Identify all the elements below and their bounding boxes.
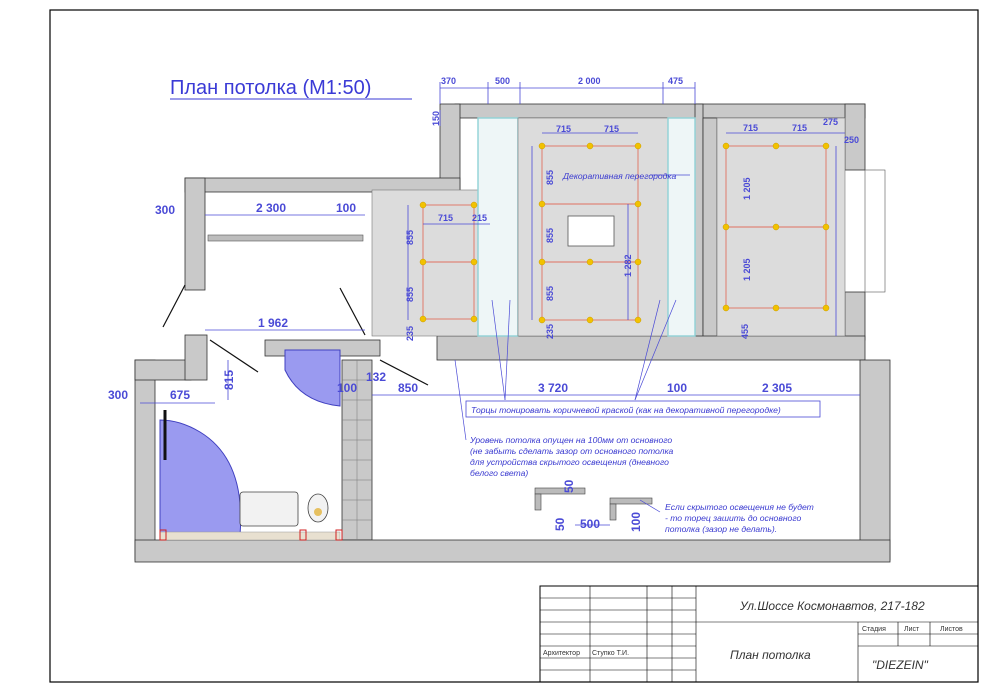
dim-left-2300: 2 300 <box>256 201 286 215</box>
dim-bottom-100: 100 <box>667 381 687 395</box>
title-block: Ул.Шоссе Космонавтов, 217-182 План потол… <box>539 585 979 683</box>
dim-left-300: 300 <box>155 203 175 217</box>
dim-r2-715: 715 <box>438 213 453 223</box>
dim-r3-855c: 855 <box>545 286 555 301</box>
sink <box>239 491 299 527</box>
dim-r4-1205a: 1 205 <box>742 177 752 200</box>
dim-bath-675: 675 <box>170 388 190 402</box>
note-nolight-1: Если скрытого освещения не будет <box>665 502 814 512</box>
dim-detail-50a: 50 <box>562 479 576 493</box>
tb-architect-label: Архитектор <box>543 650 580 657</box>
dim-detail-500: 500 <box>580 517 600 531</box>
dim-bottom-2305: 2 305 <box>762 381 792 395</box>
dim-r3-855b: 855 <box>545 228 555 243</box>
dim-r3-855a: 855 <box>545 170 555 185</box>
dim-hall-850: 850 <box>398 381 418 395</box>
tb-company: "DIEZEIN" <box>872 658 929 672</box>
note-lowered-4: белого света) <box>470 468 528 478</box>
dim-r2-215: 215 <box>472 213 487 223</box>
dim-r4-275: 275 <box>823 117 838 127</box>
tb-address: Ул.Шоссе Космонавтов, 217-182 <box>739 599 925 613</box>
shower-tray <box>284 349 341 407</box>
dim-150: 150 <box>431 111 441 126</box>
dim-r2-855a: 855 <box>405 230 415 245</box>
note-lowered-1: Уровень потолка опущен на 100мм от основ… <box>469 435 672 445</box>
dim-bath-300: 300 <box>108 388 128 402</box>
dim-r2-855b: 855 <box>405 287 415 302</box>
dim-r2-235: 235 <box>405 326 415 341</box>
ceiling-plan-drawing: План потолка (М1:50) 370 500 2 000 475 1… <box>49 9 979 683</box>
drawing-title: План потолка (М1:50) <box>170 77 371 99</box>
dim-r3-715a: 715 <box>556 124 571 134</box>
dim-top-2000: 2 000 <box>578 76 601 86</box>
note-lowered-2: (не забыть сделать зазор от основного по… <box>470 446 674 456</box>
ceiling-section-detail: 50 50 500 100 <box>534 479 653 532</box>
dim-r4-1205b: 1 205 <box>742 258 752 281</box>
dim-hall-1962: 1 962 <box>258 316 288 330</box>
dim-hall-100: 100 <box>337 381 357 395</box>
tb-sheet-label: Лист <box>904 626 920 633</box>
dim-detail-50b: 50 <box>553 517 567 531</box>
dim-r3-235: 235 <box>545 324 555 339</box>
dim-r3-1282: 1 282 <box>623 254 633 277</box>
note-lowered-3: для устройства скрытого освещения (дневн… <box>470 457 669 467</box>
dim-top-475: 475 <box>668 76 683 86</box>
dim-top-500: 500 <box>495 76 510 86</box>
note-edges: Торцы тонировать коричневой краской (как… <box>471 405 781 415</box>
dim-r4-715b: 715 <box>792 123 807 133</box>
tb-sheet-name: План потолка <box>730 648 811 662</box>
dim-r4-250: 250 <box>844 135 859 145</box>
tb-sheets-label: Листов <box>940 626 963 633</box>
dim-detail-100: 100 <box>629 512 643 532</box>
note-decorative-partition: Декоративная перегородка <box>562 171 676 181</box>
dim-r4-715a: 715 <box>743 123 758 133</box>
dim-top-370: 370 <box>441 76 456 86</box>
dim-bottom-3720: 3 720 <box>538 381 568 395</box>
dim-hall-132: 132 <box>366 370 386 384</box>
tb-stage-label: Стадия <box>862 626 886 633</box>
note-nolight-2: - то торец зашить до основного <box>665 513 801 523</box>
dim-r4-455: 455 <box>740 324 750 339</box>
tb-architect-name: Ступко Т.И. <box>592 650 629 657</box>
dim-hall-815: 815 <box>222 370 236 390</box>
bathtub <box>159 419 242 536</box>
note-nolight-3: потолка (зазор не делать). <box>665 524 777 534</box>
dim-left-100: 100 <box>336 201 356 215</box>
dim-r3-715b: 715 <box>604 124 619 134</box>
